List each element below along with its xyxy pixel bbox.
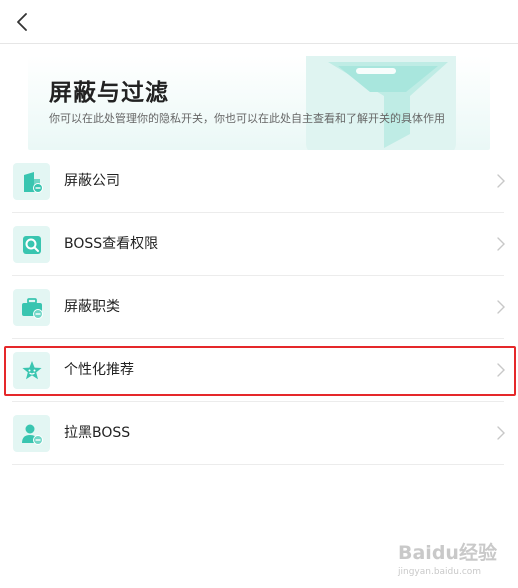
- chevron-right-icon: [497, 363, 505, 377]
- back-button[interactable]: [10, 9, 34, 35]
- watermark: Baidu经验 jingyan.baidu.com: [398, 538, 497, 577]
- menu-item-block-job-category[interactable]: 屏蔽职类: [0, 276, 518, 339]
- menu-item-label: 屏蔽公司: [64, 173, 120, 189]
- chevron-right-icon: [497, 300, 505, 314]
- funnel-icon: [306, 56, 456, 150]
- menu-item-personalized-recommendation[interactable]: 个性化推荐: [0, 339, 518, 402]
- chevron-right-icon: [497, 237, 505, 251]
- menu-item-boss-view-permission[interactable]: BOSS查看权限: [0, 213, 518, 276]
- page-description: 你可以在此处管理你的隐私开关，你也可以在此处自主查看和了解开关的具体作用: [49, 112, 445, 125]
- watermark-sub: jingyan.baidu.com: [398, 567, 482, 577]
- page-title: 屏蔽与过滤: [49, 80, 169, 106]
- building-block-icon: [13, 163, 50, 200]
- menu-item-label: 拉黑BOSS: [64, 425, 131, 441]
- chevron-left-icon: [17, 13, 27, 31]
- chevron-right-icon: [497, 426, 505, 440]
- view-permission-icon: [13, 226, 50, 263]
- menu-item-label: BOSS查看权限: [64, 236, 159, 252]
- top-bar: [0, 0, 518, 44]
- user-block-icon: [13, 415, 50, 452]
- hero-banner: 屏蔽与过滤 你可以在此处管理你的隐私开关，你也可以在此处自主查看和了解开关的具体…: [28, 56, 490, 150]
- settings-menu: 屏蔽公司 BOSS查看权限 屏蔽职类 个性化推荐 拉黑BOSS: [0, 150, 518, 465]
- menu-item-blacklist-boss[interactable]: 拉黑BOSS: [0, 402, 518, 465]
- menu-item-label: 个性化推荐: [64, 362, 134, 378]
- star-icon: [13, 352, 50, 389]
- watermark-main: Baidu经验: [398, 542, 497, 564]
- menu-item-block-company[interactable]: 屏蔽公司: [0, 150, 518, 213]
- briefcase-block-icon: [13, 289, 50, 326]
- chevron-right-icon: [497, 174, 505, 188]
- menu-item-label: 屏蔽职类: [64, 299, 120, 315]
